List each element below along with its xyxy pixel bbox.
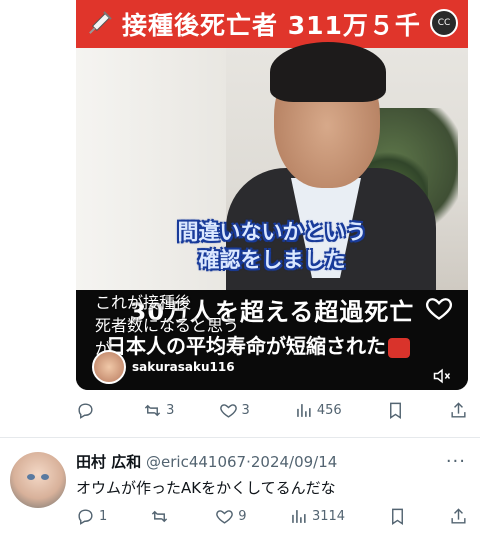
- views-icon: [292, 510, 306, 523]
- video-player[interactable]: 接種後死亡者 311万５千 CC 間違いないかという 確認をしました 30万人を…: [76, 0, 468, 390]
- like-count: 9: [238, 509, 247, 524]
- like-icon: [216, 510, 234, 524]
- alarm-emoji-icon: [388, 337, 410, 358]
- reply-icon: [78, 403, 93, 419]
- reply-text: オウムが作ったAKをかくしてるんだな: [76, 479, 336, 497]
- retweet-icon: [151, 510, 167, 523]
- syringe-icon: [89, 11, 112, 34]
- heart-icon[interactable]: [424, 294, 454, 322]
- overlay-line-1: これが接種後: [95, 293, 192, 312]
- bookmark-icon: [389, 402, 401, 419]
- video-subtitle-2: 確認をしました: [198, 248, 346, 272]
- speaker-hair: [270, 42, 386, 102]
- divider: [0, 437, 480, 438]
- avatar-eye: [41, 474, 49, 480]
- display-name[interactable]: 田村 広和: [76, 453, 141, 471]
- video-banner: 接種後死亡者 311万５千: [76, 0, 468, 48]
- like-count: 3: [241, 403, 250, 418]
- banner-text: 接種後死亡者 311万５千: [122, 11, 421, 40]
- avatar[interactable]: [10, 452, 66, 508]
- retweet-button[interactable]: 3: [143, 401, 174, 420]
- post-actions: 3 3 456: [76, 401, 468, 420]
- cc-icon[interactable]: CC: [430, 9, 458, 37]
- reply-button[interactable]: 1: [76, 507, 107, 526]
- overlay-line-2: 死者数になると思う: [95, 316, 240, 335]
- views-button[interactable]: 456: [294, 401, 342, 420]
- video-subtitle-1: 間違いないかという: [177, 220, 367, 244]
- share-button[interactable]: [449, 401, 468, 420]
- mute-icon[interactable]: [432, 366, 452, 386]
- retweet-button[interactable]: [150, 507, 173, 526]
- more-options-button[interactable]: ···: [446, 451, 466, 472]
- like-icon: [219, 404, 237, 418]
- views-icon: [297, 404, 311, 417]
- avatar-eye: [27, 474, 35, 480]
- bookmark-icon: [391, 508, 403, 525]
- post-date[interactable]: ·2024/09/14: [246, 453, 337, 471]
- bookmark-button[interactable]: [386, 401, 405, 420]
- share-icon: [451, 402, 466, 418]
- retweet-icon: [144, 404, 161, 417]
- video-author[interactable]: sakurasaku116: [92, 350, 235, 384]
- bookmark-button[interactable]: [388, 507, 407, 526]
- reply-count: 1: [99, 509, 108, 524]
- reply-actions: 1 9 3114: [76, 507, 468, 526]
- author-avatar: [92, 350, 126, 384]
- author-handle: sakurasaku116: [132, 360, 235, 374]
- user-handle[interactable]: @eric441067: [146, 453, 246, 471]
- view-count: 3114: [311, 509, 346, 524]
- reply-icon: [78, 509, 93, 525]
- like-button[interactable]: 9: [215, 507, 247, 526]
- share-icon: [451, 508, 466, 524]
- views-button[interactable]: 3114: [289, 507, 345, 526]
- retweet-count: 3: [166, 403, 175, 418]
- like-button[interactable]: 3: [219, 401, 250, 420]
- share-button[interactable]: [449, 507, 468, 526]
- reply-header: 田村 広和 @eric441067·2024/09/14: [76, 451, 337, 472]
- view-count: 456: [316, 403, 342, 418]
- reply-button[interactable]: [76, 401, 99, 420]
